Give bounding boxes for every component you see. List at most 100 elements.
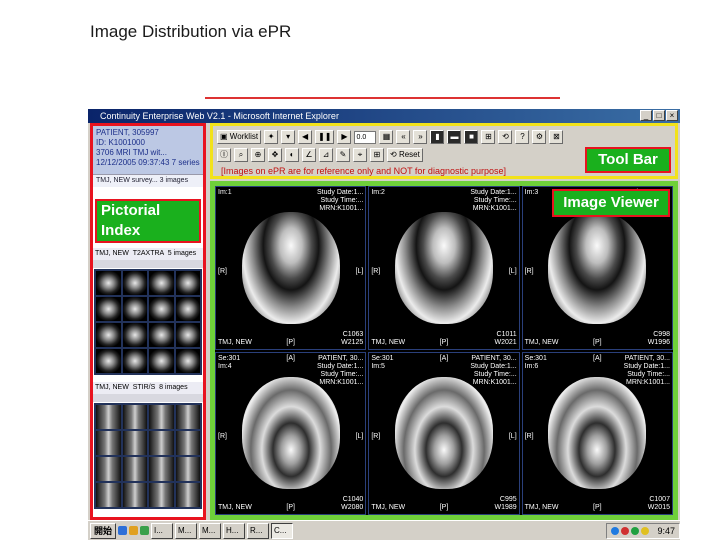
taskbar-task-button[interactable]: I... [151, 522, 174, 539]
browser-quicklaunch-icon[interactable] [118, 526, 128, 535]
thumbnail[interactable] [175, 405, 200, 429]
thumbnail[interactable] [149, 483, 174, 507]
title-rule [205, 97, 560, 99]
thumbnail[interactable] [149, 323, 174, 347]
zoom-icon[interactable]: ⊕ [251, 148, 265, 162]
thumbnail[interactable] [96, 405, 121, 429]
orientation-bottom: [P] [439, 504, 449, 511]
forward-icon[interactable]: » [413, 130, 428, 144]
thumbnail[interactable] [175, 271, 200, 295]
rewind-icon[interactable]: « [396, 130, 411, 144]
thumbnail[interactable] [175, 349, 200, 373]
patient-info[interactable]: PATIENT, 305997 ID: K1001000 3706 MRI TM… [93, 126, 203, 174]
image-viewer-label: Image Viewer [552, 189, 670, 217]
thumbnail[interactable] [122, 405, 147, 429]
thumbnail[interactable] [122, 349, 147, 373]
thumbnail[interactable] [96, 297, 121, 321]
angle-icon[interactable]: ∠ [302, 148, 316, 162]
thumbnail[interactable] [96, 349, 121, 373]
maximize-button[interactable]: □ [653, 110, 665, 121]
rotate-icon[interactable]: ⟲ [498, 130, 513, 144]
viewer-cell[interactable]: Im:2 Study Date:1... Study Time:... MRN:K10… [368, 186, 520, 350]
taskbar-task-button[interactable]: M... [199, 522, 222, 539]
orientation-right: [L] [508, 267, 517, 275]
thumbnail[interactable] [175, 431, 200, 455]
thumbnail[interactable] [96, 271, 121, 295]
worklist-button[interactable]: ▣ Worklist [217, 130, 262, 144]
thumbnail[interactable] [96, 323, 121, 347]
thumbnail[interactable] [96, 431, 121, 455]
viewer-cell[interactable]: Se:301 Im:5 PATIENT, 30... Study Date:1... S… [368, 351, 520, 515]
overlay-label: TMJ, NEW [218, 338, 252, 346]
zoom-input[interactable]: 0.0 [354, 130, 377, 144]
thumbnail[interactable] [96, 483, 121, 507]
antivirus-icon[interactable] [621, 526, 630, 535]
viewer-cell[interactable]: Se:301 Im:6 PATIENT, 30... Study Date:1... S… [521, 351, 673, 515]
image-viewer: Im:1 Study Date:1... Study Time:... MRN:K10… [210, 181, 678, 520]
ruler-icon[interactable]: ⊿ [319, 148, 333, 162]
thumbnail[interactable] [149, 405, 174, 429]
overlay-window: C998 W1996 [647, 330, 670, 346]
thumbnail[interactable] [149, 431, 174, 455]
thumbnail[interactable] [149, 349, 174, 373]
taskbar-task-button[interactable]: M... [175, 522, 198, 539]
start-button[interactable]: 開始 [90, 522, 117, 539]
desktop-quicklaunch-icon[interactable] [140, 526, 150, 535]
thumbnail[interactable] [175, 323, 200, 347]
single-view-icon[interactable]: ■ [464, 130, 479, 144]
help-icon[interactable]: ? [515, 130, 530, 144]
security-icon[interactable] [641, 526, 650, 535]
thumbnail[interactable] [149, 297, 174, 321]
taskbar-task-button[interactable]: C... [271, 522, 294, 539]
prev-icon[interactable]: ◀ [298, 130, 313, 144]
next-icon[interactable]: ▶ [337, 130, 352, 144]
pin-icon[interactable]: ⌖ [353, 148, 367, 162]
viewer-cell[interactable]: Im:1 Study Date:1... Study Time:... MRN:K10… [215, 186, 367, 350]
reset-button[interactable]: ⟲ Reset [387, 148, 423, 162]
close-button[interactable]: × [666, 110, 678, 121]
settings-icon[interactable]: ⚙ [532, 130, 547, 144]
thumbnail[interactable] [122, 431, 147, 455]
viewer-cell[interactable]: Se:301 Im:4 PATIENT, 30... Study Date:1... S… [215, 351, 367, 515]
taskbar: 開始 I... M... M... H... R... C... 9:47 [88, 520, 680, 540]
series-header-2[interactable]: TMJ, NEW STIR/S 8 images [93, 382, 203, 394]
thumbnail[interactable] [96, 457, 121, 481]
minimize-button[interactable]: _ [640, 110, 652, 121]
thumbnail[interactable] [122, 271, 147, 295]
thumbnail[interactable] [175, 457, 200, 481]
folder-quicklaunch-icon[interactable] [129, 526, 139, 535]
mri-scan-image [241, 377, 340, 490]
overlay-window: C1040 W2080 [341, 496, 364, 511]
series-header-1[interactable]: TMJ, NEW T2AXTRA 5 images [93, 248, 203, 260]
pan-icon[interactable]: ✥ [268, 148, 282, 162]
thumbnail[interactable] [122, 457, 147, 481]
thumbnail[interactable] [122, 297, 147, 321]
network-icon[interactable] [611, 526, 620, 535]
grid-icon[interactable]: ⊞ [481, 130, 496, 144]
contrast-icon[interactable]: ◐ [285, 148, 299, 162]
dual-view-icon[interactable]: ▬ [447, 130, 462, 144]
taskbar-task-button[interactable]: R... [247, 522, 270, 539]
pause-icon[interactable]: ❚❚ [315, 130, 335, 144]
split-view-icon[interactable]: ▮ [430, 130, 445, 144]
close-viewer-icon[interactable]: ⊠ [549, 130, 564, 144]
thumbnail[interactable] [122, 323, 147, 347]
thumbnail[interactable] [149, 271, 174, 295]
orientation-left: [R] [524, 267, 534, 275]
study-row[interactable]: TMJ, NEW survey... 3 images [93, 174, 203, 187]
search-icon[interactable]: ⌕ [234, 148, 248, 162]
info-icon[interactable]: Ⓘ [217, 148, 231, 162]
cine-icon[interactable]: ▾ [281, 130, 296, 144]
layout-icon[interactable]: ▦ [379, 130, 394, 144]
window-level-icon[interactable]: ✦ [264, 130, 279, 144]
image-grid: Im:1 Study Date:1... Study Time:... MRN:K10… [215, 186, 673, 515]
mri-scan-image [394, 211, 493, 324]
thumbnail[interactable] [175, 483, 200, 507]
thumbnail[interactable] [122, 483, 147, 507]
thumbnail[interactable] [149, 457, 174, 481]
crosshair-icon[interactable]: ⊞ [370, 148, 384, 162]
volume-icon[interactable] [631, 526, 640, 535]
thumbnail[interactable] [175, 297, 200, 321]
annotate-icon[interactable]: ✎ [336, 148, 350, 162]
taskbar-task-button[interactable]: H... [223, 522, 246, 539]
